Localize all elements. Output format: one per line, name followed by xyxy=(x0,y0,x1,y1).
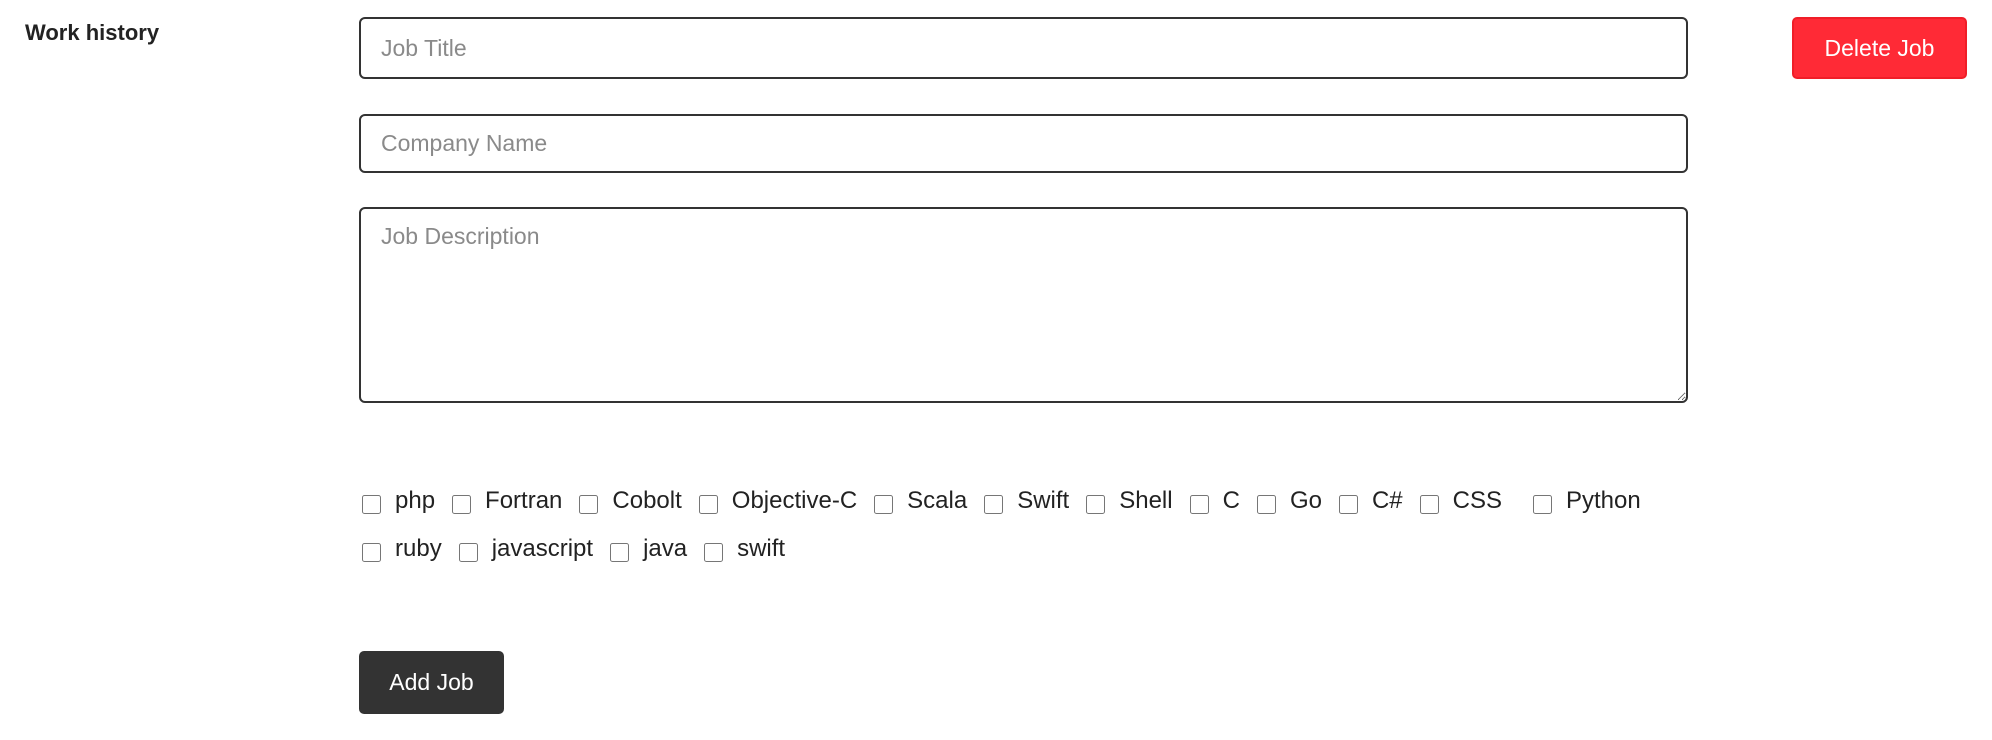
language-option[interactable]: Swift xyxy=(984,483,1069,519)
language-option[interactable]: Objective-C xyxy=(698,483,858,519)
language-option[interactable]: php xyxy=(362,483,435,519)
language-checkbox[interactable] xyxy=(362,542,381,562)
language-checkbox[interactable] xyxy=(1086,494,1106,514)
language-label: swift xyxy=(737,535,786,562)
language-checkbox[interactable] xyxy=(610,542,630,562)
language-label: php xyxy=(395,487,436,514)
company-name-input[interactable] xyxy=(359,114,1688,173)
language-checkbox[interactable] xyxy=(1419,494,1439,514)
language-checkbox[interactable] xyxy=(1533,494,1552,514)
language-option[interactable]: Go xyxy=(1256,483,1322,519)
language-label: Python xyxy=(1566,487,1641,514)
language-checkbox[interactable] xyxy=(1256,494,1276,514)
language-option[interactable]: ruby xyxy=(362,531,442,567)
language-option[interactable]: java xyxy=(610,531,687,567)
language-label: Cobolt xyxy=(612,487,682,514)
language-option[interactable]: C# xyxy=(1338,483,1403,519)
language-option[interactable]: Fortran xyxy=(452,483,562,519)
language-label: ruby xyxy=(395,535,442,562)
language-label: java xyxy=(643,535,688,562)
language-checkbox[interactable] xyxy=(458,542,478,562)
language-checkbox-list: php Fortran Cobolt Objective-C Scala Swift She… xyxy=(359,483,1699,567)
language-checkbox[interactable] xyxy=(1338,494,1358,514)
language-option[interactable]: C xyxy=(1189,483,1240,519)
language-label: Scala xyxy=(907,487,968,514)
language-option[interactable]: Python xyxy=(1533,483,1641,519)
language-label: Go xyxy=(1289,487,1322,514)
language-label: Fortran xyxy=(485,487,563,514)
section-label-work-history: Work history xyxy=(25,20,160,45)
language-checkbox[interactable] xyxy=(362,494,381,514)
language-checkbox[interactable] xyxy=(704,542,724,562)
language-label: Shell xyxy=(1119,487,1173,514)
add-job-button[interactable]: Add Job xyxy=(359,651,504,714)
language-checkbox[interactable] xyxy=(452,494,472,514)
language-option[interactable]: javascript xyxy=(458,531,594,567)
language-checkbox[interactable] xyxy=(1189,494,1209,514)
language-option[interactable]: swift xyxy=(704,531,785,567)
language-label: Swift xyxy=(1017,487,1070,514)
language-option[interactable]: Shell xyxy=(1086,483,1173,519)
language-label: C# xyxy=(1371,487,1403,514)
language-option[interactable]: CSS xyxy=(1419,483,1502,519)
language-label: Objective-C xyxy=(731,487,858,514)
language-checkbox[interactable] xyxy=(984,494,1004,514)
language-checkbox[interactable] xyxy=(874,494,894,514)
language-label: C xyxy=(1222,487,1240,514)
language-option[interactable]: Scala xyxy=(874,483,967,519)
language-checkbox[interactable] xyxy=(698,494,718,514)
language-checkbox[interactable] xyxy=(579,494,599,514)
delete-job-button[interactable]: Delete Job xyxy=(1792,17,1967,79)
job-description-textarea[interactable] xyxy=(359,207,1688,403)
language-label: javascript xyxy=(491,535,594,562)
language-option[interactable]: Cobolt xyxy=(579,483,682,519)
language-label: CSS xyxy=(1452,487,1502,514)
job-title-input[interactable] xyxy=(359,17,1688,79)
